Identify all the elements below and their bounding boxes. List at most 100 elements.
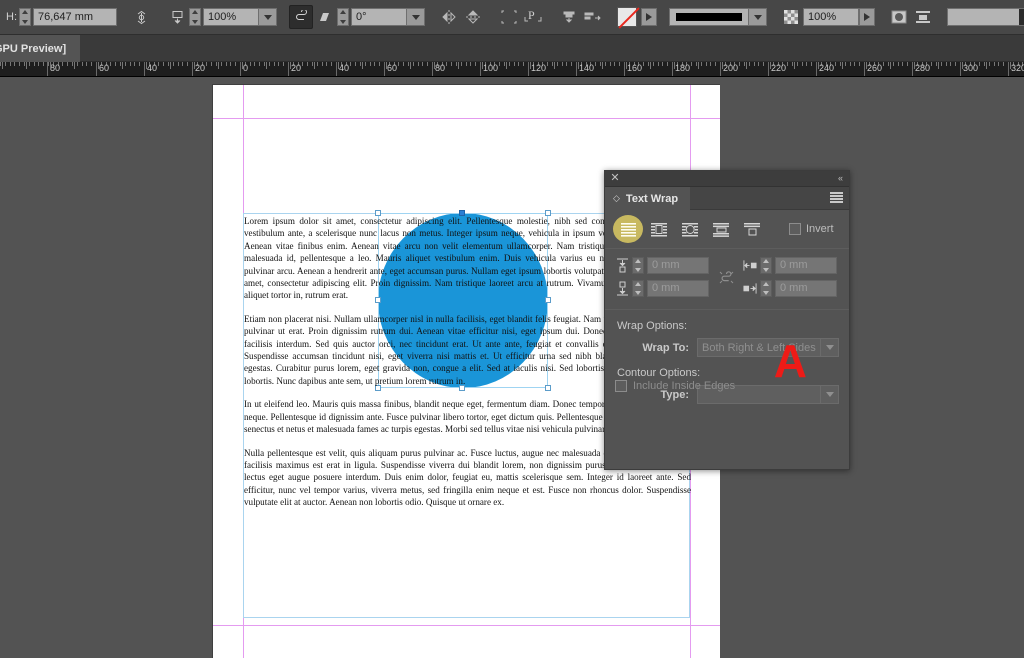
- ruler-tick: [274, 62, 275, 66]
- chevron-down-icon[interactable]: [259, 8, 277, 26]
- offset-row-bottom: 0 mm: [615, 280, 709, 297]
- ruler-tick: [451, 62, 452, 66]
- constrain-proportions-icon[interactable]: [129, 5, 153, 29]
- rotate-input[interactable]: 0°: [351, 8, 407, 26]
- height-input[interactable]: 76,647 mm: [33, 8, 117, 26]
- scale-combo[interactable]: 100%: [203, 8, 277, 26]
- offset-bottom-input[interactable]: 0 mm: [647, 280, 709, 297]
- document-tab[interactable]: GPU Preview]: [0, 35, 80, 62]
- offset-right-stepper[interactable]: [760, 280, 772, 297]
- rotate-combo[interactable]: 0°: [351, 8, 425, 26]
- rotate-stepper[interactable]: [337, 8, 349, 26]
- stroke-weight-combo[interactable]: [669, 8, 767, 26]
- chevron-down-icon[interactable]: [820, 339, 838, 356]
- ruler-tick: [1003, 62, 1004, 66]
- none-swatch-icon[interactable]: [617, 7, 637, 27]
- document-canvas[interactable]: Lorem ipsum dolor sit amet, consectetur …: [0, 77, 1024, 658]
- close-icon[interactable]: ✕: [609, 172, 621, 185]
- wrap-button-no-text-wrap[interactable]: [613, 215, 643, 243]
- ruler-tick: [650, 62, 651, 69]
- make-all-settings-same-icon[interactable]: [709, 269, 743, 286]
- ruler-tick: [883, 62, 884, 66]
- wrap-button-jump-next-column[interactable]: [739, 218, 765, 240]
- panel-menu-icon[interactable]: [830, 192, 843, 203]
- ruler-tick: [1010, 62, 1011, 69]
- panel-title-bar[interactable]: ✕ «: [605, 171, 849, 187]
- ruler-tick: [413, 62, 414, 66]
- scale-input[interactable]: 100%: [203, 8, 259, 26]
- ruler-tick: [10, 62, 11, 66]
- shear-icon[interactable]: [313, 5, 337, 29]
- wrap-button-object-shape[interactable]: [677, 218, 703, 240]
- offset-right-input[interactable]: 0 mm: [775, 280, 837, 297]
- gradient-preview[interactable]: [947, 8, 1024, 26]
- align-group: [553, 0, 609, 35]
- height-stepper[interactable]: [19, 8, 31, 26]
- ruler-tick: [43, 62, 44, 66]
- offset-top-input[interactable]: 0 mm: [647, 257, 709, 274]
- ruler-tick: [806, 62, 807, 66]
- ruler-tick: [168, 62, 169, 66]
- panel-title: Text Wrap: [625, 192, 679, 205]
- ruler-tick: [72, 62, 73, 66]
- ruler-tick: [19, 62, 20, 66]
- transparency-icon[interactable]: [779, 5, 803, 29]
- tab-text-wrap[interactable]: ◇ Text Wrap: [605, 187, 691, 210]
- stroke-weight-preview[interactable]: [669, 8, 749, 26]
- ruler-tick: [578, 62, 579, 69]
- stroke-menu-arrow-icon[interactable]: [641, 8, 657, 26]
- ruler-tick: [34, 62, 35, 66]
- ruler-tick: [547, 62, 548, 66]
- opacity-menu-arrow-icon[interactable]: [859, 8, 875, 26]
- wrap-button-bounding-box[interactable]: [646, 218, 672, 240]
- link-scale-icon[interactable]: [289, 5, 313, 29]
- ruler-tick: [24, 62, 25, 66]
- ruler-tick: [0, 62, 1, 66]
- ruler-tick: [134, 62, 135, 66]
- text-wrap-panel[interactable]: ✕ « ◇ Text Wrap Invert 0 mm 0 mm 0 mm 0 …: [604, 170, 850, 470]
- ruler-tick: [746, 62, 747, 69]
- drop-shadow-icon[interactable]: [887, 5, 911, 29]
- effects-icon[interactable]: [911, 5, 935, 29]
- constrain-group: [125, 0, 157, 35]
- horizontal-ruler[interactable]: 80 60 40 20 0 20 40 60 80 100 120 140 160 180 200 220 24…: [0, 62, 1024, 77]
- offset-left-stepper[interactable]: [760, 257, 772, 274]
- gradient-combo[interactable]: [947, 8, 1024, 26]
- panel-toggle-icon[interactable]: ◇: [613, 194, 620, 203]
- chevron-down-icon[interactable]: [407, 8, 425, 26]
- opacity-input[interactable]: 100%: [803, 8, 859, 26]
- scale-stepper[interactable]: [189, 8, 201, 26]
- panel-body: Invert 0 mm 0 mm 0 mm 0 mm Wrap Options:…: [605, 210, 849, 404]
- align-objects-icon[interactable]: [557, 5, 581, 29]
- ruler-tick: [182, 62, 183, 66]
- frame-fitting-icon[interactable]: [497, 5, 521, 29]
- ruler-tick: [26, 62, 27, 69]
- ruler-tick: [907, 62, 908, 66]
- ruler-tick: [710, 62, 711, 66]
- ruler-tick: [739, 62, 740, 66]
- wrap-button-jump-object[interactable]: [708, 218, 734, 240]
- collapse-panel-icon[interactable]: «: [838, 172, 843, 185]
- offset-left-input[interactable]: 0 mm: [775, 257, 837, 274]
- ruler-tick: [962, 62, 963, 69]
- flip-vertical-icon[interactable]: [461, 5, 485, 29]
- ruler-tick: [643, 62, 644, 66]
- include-inside-edges-checkbox[interactable]: [615, 380, 627, 392]
- offset-left-icon: [743, 258, 757, 274]
- text-wrap-p-icon[interactable]: P: [521, 5, 545, 29]
- ruler-tick: [350, 62, 351, 66]
- wrap-to-select[interactable]: Both Right & Left Sides: [697, 338, 839, 357]
- chevron-down-icon[interactable]: [820, 386, 838, 403]
- distribute-objects-icon[interactable]: [581, 5, 605, 29]
- offset-top-stepper[interactable]: [632, 257, 644, 274]
- invert-checkbox[interactable]: [789, 223, 801, 235]
- offset-bottom-stepper[interactable]: [632, 280, 644, 297]
- flip-horizontal-icon[interactable]: [437, 5, 461, 29]
- ruler-tick: [619, 62, 620, 66]
- ruler-tick: [530, 62, 531, 69]
- ruler-tick: [317, 62, 318, 66]
- scale-vertical-icon[interactable]: [165, 5, 189, 29]
- ruler-tick: [758, 62, 759, 66]
- ruler-tick: [931, 62, 932, 66]
- chevron-down-icon[interactable]: [749, 8, 767, 26]
